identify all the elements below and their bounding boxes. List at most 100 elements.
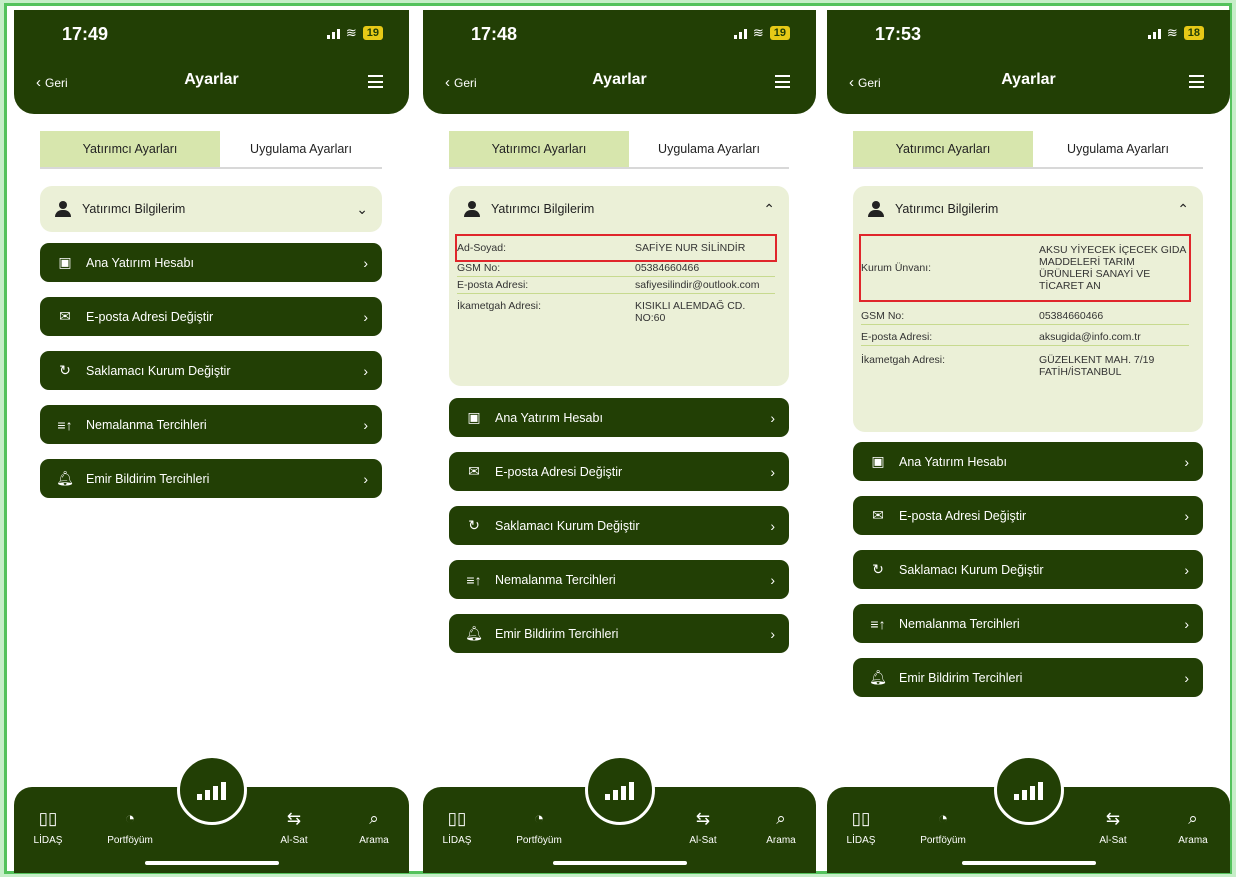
main-account-button[interactable]: ▣ Ana Yatırım Hesabı › [449, 398, 789, 437]
nav-lidas[interactable]: ▯▯ LİDAŞ [831, 809, 891, 846]
wifi-icon: ≋ [1166, 25, 1178, 40]
tab-app-settings[interactable]: Uygulama Ayarları [1033, 131, 1203, 167]
investor-info-list: Ad-Soyad: SAFİYE NUR SİLİNDİR GSM No: 0538… [449, 232, 789, 336]
order-notification-button[interactable]: 🔔︎ Emir Bildirim Tercihleri › [853, 658, 1203, 697]
change-email-button[interactable]: ✉ E-posta Adresi Değiştir › [449, 452, 789, 491]
header: 17:49 ≋ 19 ‹ Geri Ayarlar [14, 10, 409, 114]
pie-icon: ◔ [124, 809, 136, 828]
info-row-address: İkametgah Adresi: KISIKLI ALEMDAĞ CD. NO:… [457, 294, 775, 326]
chevron-right-icon: › [770, 517, 775, 534]
wallet-icon: ▣ [871, 453, 885, 469]
menu-icon[interactable] [1189, 75, 1204, 88]
chevron-right-icon: › [363, 308, 368, 325]
info-row-gsm: GSM No: 05384660466 [861, 300, 1189, 325]
change-custodian-button[interactable]: ↻ Saklamacı Kurum Değiştir › [449, 506, 789, 545]
change-custodian-button[interactable]: ↻ Saklamacı Kurum Değiştir › [853, 550, 1203, 589]
tab-app-settings[interactable]: Uygulama Ayarları [220, 131, 382, 167]
tab-investor-settings[interactable]: Yatırımcı Ayarları [449, 131, 629, 167]
status-time: 17:48 [471, 24, 518, 44]
chevron-right-icon: › [770, 571, 775, 588]
accordion-header[interactable]: Yatırımcı Bilgilerim ⌃ [449, 186, 789, 232]
order-notification-button[interactable]: 🔔︎ Emir Bildirim Tercihleri › [449, 614, 789, 653]
search-icon: ⌕ [1188, 809, 1198, 828]
accordion-title: Yatırımcı Bilgilerim [491, 202, 595, 216]
wallet-icon: ▣ [58, 254, 72, 270]
chevron-right-icon: › [363, 254, 368, 271]
accordion-header[interactable]: Yatırımcı Bilgilerim ⌃ [853, 186, 1203, 232]
info-label: GSM No: [457, 262, 501, 274]
wifi-icon: ≋ [752, 25, 764, 40]
info-value: safiyesilindir@outlook.com [635, 279, 760, 291]
nav-buy-sell[interactable]: ⇆ Al-Sat [673, 809, 733, 846]
main-account-button[interactable]: ▣ Ana Yatırım Hesabı › [853, 442, 1203, 481]
nav-portfolio[interactable]: ◔ Portföyüm [913, 809, 973, 846]
button-label: Emir Bildirim Tercihleri [495, 626, 619, 641]
page-title: Ayarlar [1001, 71, 1056, 88]
envelope-icon: ✉ [59, 308, 71, 324]
phone-screen-3: 17:53 ≋ 18 ‹ Geri Ayarlar Yatırımcı Ayarl… [827, 10, 1230, 873]
chevron-right-icon: › [770, 463, 775, 480]
button-label: Saklamacı Kurum Değiştir [899, 562, 1044, 577]
chart-icon: ▯▯ [447, 809, 467, 828]
tab-investor-settings[interactable]: Yatırımcı Ayarları [40, 131, 220, 167]
chevron-right-icon: › [770, 409, 775, 426]
nav-search[interactable]: ⌕ Arama [751, 809, 811, 846]
home-indicator [961, 861, 1096, 865]
nav-buy-sell[interactable]: ⇆ Al-Sat [264, 809, 324, 846]
person-icon [54, 201, 72, 217]
button-label: Saklamacı Kurum Değiştir [495, 518, 640, 533]
status-icons: ≋ 19 [326, 25, 383, 41]
home-logo-button[interactable] [993, 755, 1064, 825]
nav-label: Portföyüm [516, 835, 562, 846]
button-label: E-posta Adresi Değiştir [899, 508, 1027, 523]
yield-preferences-button[interactable]: ≡↑ Nemalanma Tercihleri › [449, 560, 789, 599]
sort-icon: ≡↑ [870, 615, 886, 632]
info-value: aksugida@info.com.tr [1039, 331, 1141, 343]
search-icon: ⌕ [369, 809, 379, 828]
nav-search[interactable]: ⌕ Arama [344, 809, 404, 846]
menu-icon[interactable] [775, 75, 790, 88]
nav-label: Arama [766, 835, 796, 846]
nav-label: Al-Sat [689, 835, 717, 846]
header: 17:48 ≋ 19 ‹ Geri Ayarlar [423, 10, 816, 114]
button-label: E-posta Adresi Değiştir [86, 309, 214, 324]
chevron-up-icon: ⌃ [1177, 200, 1189, 217]
info-label: GSM No: [861, 310, 905, 322]
info-value: AKSU YİYECEK İÇECEK GIDA MADDELERİ TARIM… [1039, 244, 1186, 292]
change-email-button[interactable]: ✉ E-posta Adresi Değiştir › [40, 297, 382, 336]
swap-icon: ⇆ [695, 809, 711, 828]
tab-app-settings[interactable]: Uygulama Ayarları [629, 131, 789, 167]
nav-portfolio[interactable]: ◔ Portföyüm [100, 809, 160, 846]
accordion-title: Yatırımcı Bilgilerim [895, 202, 999, 216]
main-account-button[interactable]: ▣ Ana Yatırım Hesabı › [40, 243, 382, 282]
screenshot-frame: 17:49 ≋ 19 ‹ Geri Ayarlar Yatırımcı Ayarl… [4, 3, 1232, 874]
nav-lidas[interactable]: ▯▯ LİDAŞ [427, 809, 487, 846]
wallet-icon: ▣ [467, 409, 481, 425]
yield-preferences-button[interactable]: ≡↑ Nemalanma Tercihleri › [853, 604, 1203, 643]
change-email-button[interactable]: ✉ E-posta Adresi Değiştir › [853, 496, 1203, 535]
yield-preferences-button[interactable]: ≡↑ Nemalanma Tercihleri › [40, 405, 382, 444]
tab-investor-settings[interactable]: Yatırımcı Ayarları [853, 131, 1033, 167]
chevron-right-icon: › [1184, 507, 1189, 524]
nav-search[interactable]: ⌕ Arama [1163, 809, 1223, 846]
button-label: Ana Yatırım Hesabı [899, 454, 1007, 469]
nav-buy-sell[interactable]: ⇆ Al-Sat [1083, 809, 1143, 846]
envelope-icon: ✉ [872, 507, 884, 523]
info-label: İkametgah Adresi: [457, 300, 542, 312]
nav-label: Al-Sat [1099, 835, 1127, 846]
button-label: Ana Yatırım Hesabı [86, 255, 194, 270]
menu-icon[interactable] [368, 75, 383, 88]
change-custodian-button[interactable]: ↻ Saklamacı Kurum Değiştir › [40, 351, 382, 390]
accordion-header[interactable]: Yatırımcı Bilgilerim ⌄ [40, 186, 382, 232]
nav-portfolio[interactable]: ◔ Portföyüm [509, 809, 569, 846]
home-logo-button[interactable] [176, 755, 247, 825]
chevron-right-icon: › [363, 470, 368, 487]
home-indicator [552, 861, 687, 865]
chevron-right-icon: › [363, 362, 368, 379]
order-notification-button[interactable]: 🔔︎ Emir Bildirim Tercihleri › [40, 459, 382, 498]
button-label: Emir Bildirim Tercihleri [899, 670, 1023, 685]
nav-lidas[interactable]: ▯▯ LİDAŞ [18, 809, 78, 846]
info-row-email: E-posta Adresi: safiyesilindir@outlook.co… [457, 277, 775, 294]
home-logo-button[interactable] [584, 755, 655, 825]
nav-label: LİDAŞ [846, 835, 876, 846]
